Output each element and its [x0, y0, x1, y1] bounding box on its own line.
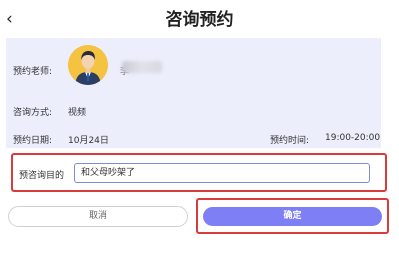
header-bar: ‹ 咨询预约	[0, 0, 399, 38]
person-avatar-icon	[68, 45, 108, 85]
teacher-label: 预约老师:	[13, 67, 53, 77]
method-label: 咨询方式:	[13, 108, 53, 118]
appointment-info-card: 预约老师: 李 咨询方式: 视频 预约日期: 10月24日 预约时间: 19:0…	[6, 38, 381, 148]
time-label: 预约时间:	[270, 136, 310, 146]
confirm-button[interactable]: 确定	[203, 207, 382, 226]
page-title: 咨询预约	[165, 10, 234, 30]
date-value: 10月24日	[68, 136, 109, 146]
purpose-row: 预咨询目的 和父母吵架了	[11, 153, 387, 192]
confirm-highlight: 确定	[196, 198, 389, 234]
teacher-name-redaction	[122, 61, 162, 73]
purpose-label: 预咨询目的	[19, 171, 65, 181]
cancel-button[interactable]: 取消	[8, 206, 188, 227]
method-value: 视频	[68, 108, 87, 118]
teacher-avatar	[68, 45, 108, 85]
date-label: 预约日期:	[13, 136, 53, 146]
purpose-input[interactable]: 和父母吵架了	[74, 163, 370, 183]
time-value: 19:00-20:00	[325, 133, 381, 143]
